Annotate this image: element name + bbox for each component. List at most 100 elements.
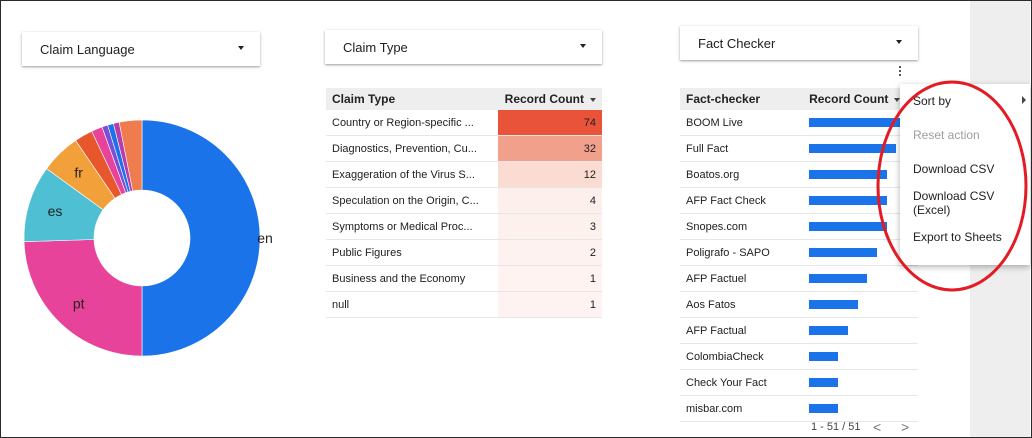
table-row[interactable]: Public Figures 2 bbox=[326, 239, 602, 266]
table-row[interactable]: Aos Fatos bbox=[680, 291, 918, 318]
sort-caret-icon bbox=[590, 97, 596, 102]
record-count-bar-cell bbox=[803, 369, 918, 396]
fact-checker-filter-label: Fact Checker bbox=[698, 35, 776, 51]
submenu-arrow-icon bbox=[1022, 96, 1026, 104]
claim-type-cell: Diagnostics, Prevention, Cu... bbox=[326, 135, 498, 162]
record-count-bar-cell bbox=[803, 395, 918, 422]
fact-checker-cell: Check Your Fact bbox=[680, 369, 804, 396]
table-row[interactable]: ColombiaCheck bbox=[680, 343, 918, 370]
claim-type-cell: null bbox=[326, 291, 498, 318]
record-count-bar-cell bbox=[803, 291, 918, 318]
prev-page-button[interactable]: < bbox=[873, 419, 881, 435]
table-row[interactable]: Boatos.org bbox=[680, 161, 918, 188]
export-to-sheets-menu-item[interactable]: Export to Sheets bbox=[900, 220, 1030, 254]
fact-checker-cell: Snopes.com bbox=[680, 213, 804, 240]
claim-type-cell: Exaggeration of the Virus S... bbox=[326, 161, 498, 188]
claim-type-table: Claim Type Record Count Country or Regio… bbox=[326, 88, 602, 318]
table-row[interactable]: Country or Region-specific ... 74 bbox=[326, 110, 602, 136]
donut-label-en: en bbox=[257, 230, 272, 246]
dropdown-arrow-icon bbox=[896, 40, 902, 44]
record-count-bar bbox=[809, 404, 839, 413]
table-row[interactable]: Symptoms or Medical Proc... 3 bbox=[326, 213, 602, 240]
claim-type-column-header[interactable]: Claim Type bbox=[326, 88, 498, 110]
fact-checker-cell: AFP Factual bbox=[680, 317, 804, 344]
record-count-cell: 1 bbox=[497, 265, 602, 292]
record-count-cell: 12 bbox=[497, 161, 602, 188]
record-count-bar bbox=[809, 144, 897, 153]
fact-checker-cell: BOOM Live bbox=[680, 110, 804, 136]
language-donut-chart[interactable]: en pt es fr bbox=[12, 108, 272, 368]
fact-checker-cell: Poligrafo - SAPO bbox=[680, 239, 804, 266]
record-count-cell: 4 bbox=[497, 187, 602, 214]
record-count-bar bbox=[809, 300, 859, 309]
fact-checker-cell: Aos Fatos bbox=[680, 291, 804, 318]
table-row[interactable]: Snopes.com bbox=[680, 213, 918, 240]
next-page-button[interactable]: > bbox=[901, 419, 909, 435]
record-count-bar bbox=[809, 248, 878, 257]
record-count-bar bbox=[809, 118, 910, 127]
claim-type-cell: Symptoms or Medical Proc... bbox=[326, 213, 498, 240]
claim-type-cell: Business and the Economy bbox=[326, 265, 498, 292]
record-count-bar bbox=[809, 352, 839, 361]
record-count-bar-cell bbox=[803, 317, 918, 344]
fact-checker-table: Fact-checker Record Count BOOM Live Full … bbox=[680, 88, 918, 422]
fact-checker-filter[interactable]: Fact Checker bbox=[680, 26, 918, 60]
record-count-bar-cell bbox=[803, 343, 918, 370]
record-count-bar bbox=[809, 274, 868, 283]
record-count-cell: 1 bbox=[497, 291, 602, 318]
table-row[interactable]: AFP Fact Check bbox=[680, 187, 918, 214]
fact-checker-cell: AFP Fact Check bbox=[680, 187, 804, 214]
table-row[interactable]: Full Fact bbox=[680, 135, 918, 162]
fact-checker-cell: misbar.com bbox=[680, 395, 804, 422]
record-count-cell: 32 bbox=[497, 135, 602, 162]
claim-language-filter[interactable]: Claim Language bbox=[22, 32, 260, 66]
download-csv-excel-menu-item[interactable]: Download CSV (Excel) bbox=[900, 186, 1030, 220]
claim-type-filter-label: Claim Type bbox=[343, 39, 408, 55]
table-row[interactable]: Speculation on the Origin, C... 4 bbox=[326, 187, 602, 214]
table-row[interactable]: misbar.com bbox=[680, 395, 918, 422]
record-count-cell: 3 bbox=[497, 213, 602, 240]
donut-label-es: es bbox=[48, 203, 63, 219]
record-count-bar-cell bbox=[803, 265, 918, 292]
sort-by-menu-item[interactable]: Sort by bbox=[900, 84, 1030, 118]
reset-action-menu-item: Reset action bbox=[913, 128, 980, 142]
claim-type-table-header: Claim Type Record Count bbox=[326, 88, 602, 110]
record-count-cell: 74 bbox=[497, 110, 602, 136]
table-row[interactable]: AFP Factual bbox=[680, 317, 918, 344]
record-count-bar bbox=[809, 170, 888, 179]
record-count-bar bbox=[809, 222, 888, 231]
fact-checker-cell: ColombiaCheck bbox=[680, 343, 804, 370]
fact-checker-column-header[interactable]: Fact-checker bbox=[680, 88, 804, 110]
record-count-bar bbox=[809, 378, 839, 387]
table-row[interactable]: Business and the Economy 1 bbox=[326, 265, 602, 292]
claim-type-cell: Country or Region-specific ... bbox=[326, 110, 498, 136]
donut-label-fr: fr bbox=[74, 165, 83, 181]
record-count-bar bbox=[809, 326, 849, 335]
claim-type-cell: Public Figures bbox=[326, 239, 498, 266]
context-menu: Sort by Reset action Download CSV Downlo… bbox=[900, 84, 1030, 265]
claim-type-filter[interactable]: Claim Type bbox=[325, 30, 602, 64]
table-row[interactable]: AFP Factuel bbox=[680, 265, 918, 292]
fact-checker-cell: Boatos.org bbox=[680, 161, 804, 188]
fact-checker-cell: Full Fact bbox=[680, 135, 804, 162]
table-row[interactable]: Diagnostics, Prevention, Cu... 32 bbox=[326, 135, 602, 162]
table-row[interactable]: BOOM Live bbox=[680, 110, 918, 136]
claim-type-cell: Speculation on the Origin, C... bbox=[326, 187, 498, 214]
fact-checker-table-header: Fact-checker Record Count bbox=[680, 88, 918, 110]
donut-slice-en[interactable] bbox=[141, 119, 261, 357]
donut-label-pt: pt bbox=[73, 295, 85, 311]
more-options-icon[interactable] bbox=[899, 66, 902, 80]
claim-language-filter-label: Claim Language bbox=[40, 41, 135, 57]
fact-checker-cell: AFP Factuel bbox=[680, 265, 804, 292]
download-csv-menu-item[interactable]: Download CSV bbox=[900, 152, 1030, 186]
table-row[interactable]: Check Your Fact bbox=[680, 369, 918, 396]
table-row[interactable]: Poligrafo - SAPO bbox=[680, 239, 918, 266]
table-row[interactable]: Exaggeration of the Virus S... 12 bbox=[326, 161, 602, 188]
table-row[interactable]: null 1 bbox=[326, 291, 602, 318]
record-count-column-header[interactable]: Record Count bbox=[497, 88, 602, 110]
dropdown-arrow-icon bbox=[238, 46, 244, 50]
dropdown-arrow-icon bbox=[580, 44, 586, 48]
record-count-bar bbox=[809, 196, 888, 205]
record-count-cell: 2 bbox=[497, 239, 602, 266]
pagination-label: 1 - 51 / 51 bbox=[811, 421, 861, 433]
